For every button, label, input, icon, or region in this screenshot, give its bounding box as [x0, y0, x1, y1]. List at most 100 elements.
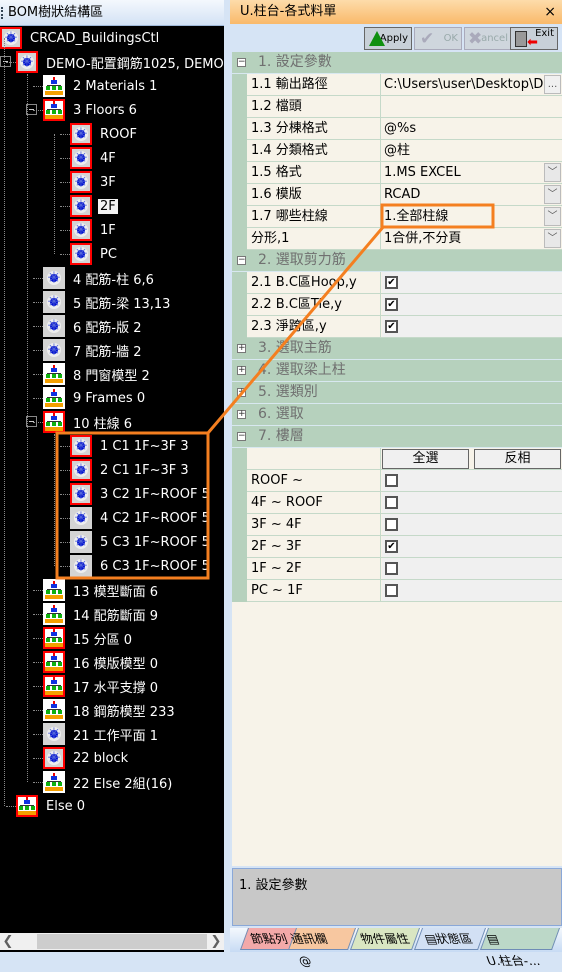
tree-node[interactable]: 3 Floors 6 — [43, 98, 139, 122]
collapse-icon[interactable]: − — [237, 432, 246, 441]
section-header[interactable]: +4. 選取梁上柱 — [232, 360, 562, 382]
property-row[interactable]: 1.7 哪些柱線 1.全部柱線 ﹀ — [232, 206, 562, 228]
property-row[interactable]: 2F ~ 3F ✔ — [232, 536, 562, 558]
expand-icon[interactable]: + — [237, 388, 246, 397]
tree-node[interactable]: 22 Else 2組(16) — [43, 770, 174, 794]
property-value[interactable] — [382, 96, 562, 117]
chevron-down-icon[interactable]: ﹀ — [544, 163, 561, 182]
property-value[interactable]: 1.MS EXCEL ﹀ — [382, 162, 562, 183]
select-all-button[interactable]: 全選 — [382, 449, 469, 469]
property-row[interactable]: 1.2 檔頭 — [232, 96, 562, 118]
tree-node[interactable]: 1 C1 1F~3F 3 — [70, 434, 191, 458]
chevron-down-icon[interactable]: ﹀ — [544, 207, 561, 226]
property-value[interactable]: @%s — [382, 118, 562, 139]
tree-node[interactable]: 17 水平支撐 0 — [43, 674, 160, 698]
property-row[interactable]: 1.1 輸出路徑 C:\Users\user\Desktop\D... — [232, 74, 562, 96]
section-header[interactable]: − 2. 選取剪力筋 — [232, 250, 562, 272]
scroll-left-icon[interactable]: ❮ — [0, 933, 16, 950]
tree-node[interactable]: 9 Frames 0 — [43, 386, 147, 410]
browse-button[interactable]: ... — [544, 75, 561, 94]
section-header[interactable]: +3. 選取主筋 — [232, 338, 562, 360]
scroll-right-icon[interactable]: ❯ — [208, 933, 224, 950]
property-row[interactable]: 1F ~ 2F — [232, 558, 562, 580]
expand-icon[interactable]: + — [237, 366, 246, 375]
cancel-button[interactable]: ✖ Cancel — [464, 27, 512, 50]
tree-node[interactable]: 21 工作平面 1 — [43, 722, 160, 746]
property-row[interactable]: 3F ~ 4F — [232, 514, 562, 536]
expand-icon[interactable]: + — [237, 344, 246, 353]
section-header[interactable]: +6. 選取 — [232, 404, 562, 426]
tree-node[interactable]: PC — [70, 242, 119, 266]
section-header[interactable]: +5. 選類別 — [232, 382, 562, 404]
tree-node[interactable]: 4 配筋-柱 6,6 — [43, 266, 156, 290]
tree-node[interactable]: 2 C1 1F~3F 3 — [70, 458, 191, 482]
horizontal-scrollbar[interactable]: ❮ ❯ — [0, 933, 224, 950]
tree-node[interactable]: 16 模版模型 0 — [43, 650, 160, 674]
tree-node[interactable]: CRCAD_BuildingsCtl — [0, 26, 161, 50]
property-row[interactable]: PC ~ 1F — [232, 580, 562, 602]
property-row[interactable]: 分形,1 1合併,不分頁 ﹀ — [232, 228, 562, 250]
tree-node[interactable]: ROOF — [70, 122, 139, 146]
section-header[interactable]: − 7. 樓層 — [232, 426, 562, 448]
checkbox[interactable]: ✔ — [385, 320, 398, 333]
tree-node[interactable]: 10 柱線 6 — [43, 410, 134, 434]
property-value[interactable]: C:\Users\user\Desktop\D... — [382, 74, 562, 95]
checkbox[interactable] — [385, 562, 398, 575]
scrollbar-thumb[interactable] — [37, 934, 207, 949]
property-value[interactable]: RCAD ﹀ — [382, 184, 562, 205]
tab-1[interactable]: 通訊欄@ — [287, 928, 357, 968]
tree-node[interactable]: DEMO-配置鋼筋1025, DEMO — [16, 50, 224, 74]
property-row[interactable]: 1.6 模版 RCAD ﹀ — [232, 184, 562, 206]
tree-node[interactable]: 8 門窗模型 2 — [43, 362, 152, 386]
collapse-icon[interactable]: − — [237, 58, 246, 67]
property-value[interactable]: 1合併,不分頁 ﹀ — [382, 228, 562, 249]
tab-2[interactable]: 物件屬性 — [349, 928, 421, 950]
tree-node[interactable]: 2 Materials 1 — [43, 74, 159, 98]
checkbox[interactable]: ✔ — [385, 276, 398, 289]
property-value[interactable]: @柱 — [382, 140, 562, 161]
checkbox[interactable]: ✔ — [385, 298, 398, 311]
tree-node[interactable]: 15 分區 0 — [43, 626, 134, 650]
property-row[interactable]: 1.3 分棟格式 @%s — [232, 118, 562, 140]
tree-node[interactable]: 22 block — [43, 746, 130, 770]
close-icon[interactable]: × — [544, 0, 556, 24]
tab-3[interactable]: ▤ 狀態區 — [413, 928, 487, 950]
tree-node[interactable]: Else 0 — [16, 794, 87, 818]
tree-node[interactable]: 6 配筋-版 2 — [43, 314, 144, 338]
tree-node[interactable]: 2F — [70, 194, 118, 218]
property-row[interactable]: 2.1 B.C區Hoop,y ✔ — [232, 272, 562, 294]
apply-button[interactable]: Apply — [364, 27, 412, 50]
tree-node[interactable]: 14 配筋斷面 9 — [43, 602, 160, 626]
checkbox[interactable] — [385, 518, 398, 531]
exit-button[interactable]: ⬅ Exit — [510, 27, 558, 50]
tree-node[interactable]: 4F — [70, 146, 118, 170]
section-header[interactable]: − 1. 設定參數 — [232, 52, 562, 74]
tree-node[interactable]: 13 模型斷面 6 — [43, 578, 160, 602]
checkbox[interactable] — [385, 496, 398, 509]
tree-node[interactable]: 3 C2 1F~ROOF 5 — [70, 482, 212, 506]
property-row[interactable]: 4F ~ ROOF — [232, 492, 562, 514]
tree-node[interactable]: 18 鋼筋模型 233 — [43, 698, 177, 722]
chevron-down-icon[interactable]: ﹀ — [544, 229, 561, 248]
invert-selection-button[interactable]: 反相 — [474, 449, 561, 469]
checkbox[interactable] — [385, 474, 398, 487]
property-row[interactable]: ROOF ~ — [232, 470, 562, 492]
property-value[interactable]: 1.全部柱線 ﹀ — [382, 206, 562, 227]
property-row[interactable]: 1.5 格式 1.MS EXCEL ﹀ — [232, 162, 562, 184]
tree-node[interactable]: 5 配筋-梁 13,13 — [43, 290, 172, 314]
checkbox[interactable]: ✔ — [385, 540, 398, 553]
tree-node[interactable]: 7 配筋-牆 2 — [43, 338, 144, 362]
property-row[interactable]: 1.4 分類格式 @柱 — [232, 140, 562, 162]
ok-button[interactable]: ✔ OK — [414, 27, 462, 50]
property-row[interactable]: 2.3 淨跨區,y ✔ — [232, 316, 562, 338]
tree-node[interactable]: 5 C3 1F~ROOF 5 — [70, 530, 212, 554]
expand-icon[interactable]: + — [237, 410, 246, 419]
collapse-icon[interactable]: − — [237, 256, 246, 265]
tree-node[interactable]: 6 C3 1F~ROOF 5 — [70, 554, 212, 578]
tree-node[interactable]: 3F — [70, 170, 118, 194]
property-row[interactable]: 2.2 B.C區Tie,y ✔ — [232, 294, 562, 316]
tree-node[interactable]: 4 C2 1F~ROOF 5 — [70, 506, 212, 530]
tree-node[interactable]: 1F — [70, 218, 118, 242]
chevron-down-icon[interactable]: ﹀ — [544, 185, 561, 204]
checkbox[interactable] — [385, 584, 398, 597]
